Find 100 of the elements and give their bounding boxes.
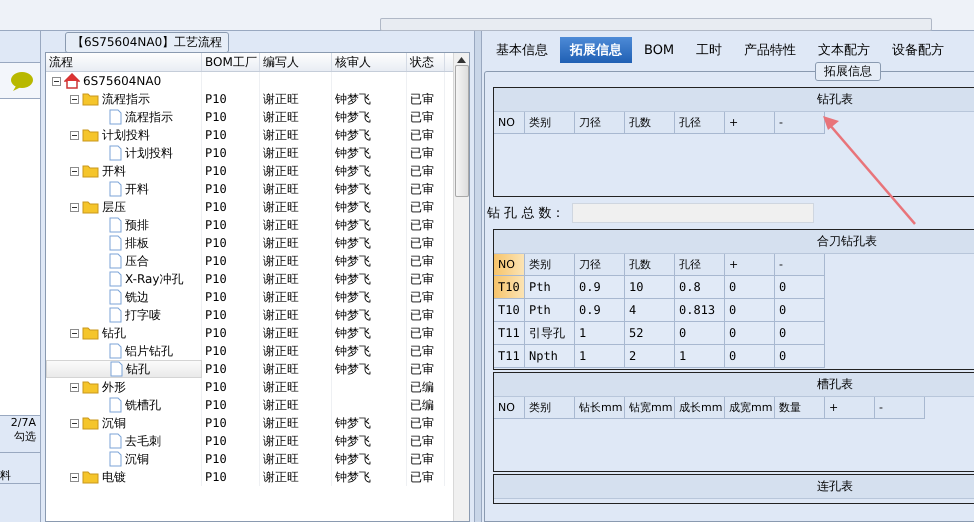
tab[interactable]: 产品特性 [734, 37, 806, 63]
scrollbar-thumb[interactable] [454, 65, 468, 197]
table-cell: 谢正旺 [260, 324, 332, 342]
column-header: 成长mm [675, 397, 725, 419]
table-cell: 钟梦飞 [332, 414, 407, 432]
tree-item[interactable]: 层压 [102, 198, 126, 216]
table-cell: 谢正旺 [260, 468, 332, 486]
table-cell: P10 [202, 468, 260, 486]
expander-icon[interactable] [70, 328, 79, 338]
tree-item[interactable]: 去毛刺 [125, 432, 161, 450]
expander-icon[interactable] [52, 76, 61, 86]
tab[interactable]: 设备配方 [882, 37, 954, 63]
expander-icon[interactable] [70, 94, 79, 104]
scroll-up-icon[interactable] [457, 57, 466, 63]
tree-item[interactable]: 铣槽孔 [125, 396, 161, 414]
tab[interactable]: 工时 [686, 37, 732, 63]
expander-icon[interactable] [70, 166, 79, 176]
tree-item[interactable]: 打字唛 [125, 306, 161, 324]
table-cell: P10 [202, 234, 260, 252]
input-field[interactable] [572, 203, 814, 223]
column-header[interactable]: 编写人 [260, 53, 332, 71]
table-cell: 钟梦飞 [332, 360, 407, 378]
expander-icon[interactable] [70, 382, 79, 392]
folder-icon [82, 326, 99, 340]
column-header[interactable]: 流程 [46, 53, 202, 71]
tree-item[interactable]: 外形 [102, 378, 126, 396]
table-title: 连孔表 [817, 479, 853, 493]
table-cell: P10 [202, 270, 260, 288]
column-header: + [725, 254, 775, 276]
table-cell: 钟梦飞 [332, 288, 407, 306]
table-cell: P10 [202, 162, 260, 180]
tree-item[interactable]: 沉铜 [125, 450, 149, 468]
table-cell: Pth [525, 276, 575, 299]
tab[interactable]: BOM [634, 37, 684, 63]
scrollbar[interactable] [453, 53, 469, 521]
expander-icon[interactable] [70, 472, 79, 482]
folder-icon [82, 200, 99, 214]
column-header[interactable]: 核审人 [332, 53, 407, 71]
scrollbar[interactable] [380, 18, 932, 31]
table-cell: P10 [202, 180, 260, 198]
table-cell: 谢正旺 [260, 144, 332, 162]
column-header: - [775, 254, 825, 276]
expander-icon[interactable] [70, 418, 79, 428]
table-cell: 0 [725, 299, 775, 322]
folder-icon [82, 128, 99, 142]
tree-item[interactable]: 流程指示 [102, 90, 150, 108]
column-header: 料 [0, 469, 12, 483]
tree-item[interactable]: 电镀 [102, 468, 126, 486]
table-cell: P10 [202, 378, 260, 396]
tree-item[interactable]: 钻孔 [102, 324, 126, 342]
tree-item[interactable]: 6S75604NA0 [83, 72, 162, 90]
folder-icon [82, 380, 99, 394]
field-label: 钻 孔 总 数： [487, 205, 564, 222]
tab[interactable]: 拓展信息 [560, 37, 632, 63]
tree-item[interactable]: 钻孔 [126, 361, 150, 377]
tree-item[interactable]: 铣边 [125, 288, 149, 306]
tree-item[interactable]: 排板 [125, 234, 149, 252]
tab[interactable]: 基本信息 [486, 37, 558, 63]
column-header: 孔数 [625, 112, 675, 134]
table-cell: 0 [675, 322, 725, 345]
table-cell: T11 [494, 322, 525, 345]
table-cell: P10 [202, 252, 260, 270]
document-icon [109, 181, 122, 197]
table-cell: 已审 [407, 360, 445, 378]
group-title: 拓展信息 [815, 62, 881, 81]
table-cell: 已审 [407, 288, 445, 306]
table-cell: 钟梦飞 [332, 468, 407, 486]
column-header: + [725, 112, 775, 134]
table-cell: 已审 [407, 414, 445, 432]
table-cell: P10 [202, 90, 260, 108]
column-header[interactable]: BOM工厂 [202, 53, 260, 71]
expander-icon[interactable] [70, 130, 79, 140]
tree-item[interactable]: 预排 [125, 216, 149, 234]
tree-item[interactable]: 沉铜 [102, 414, 126, 432]
table-title: 钻孔表 [817, 92, 853, 106]
tree-item[interactable]: 计划投料 [102, 126, 150, 144]
tab[interactable]: 文本配方 [808, 37, 880, 63]
table-cell: 谢正旺 [260, 270, 332, 288]
expander-icon[interactable] [70, 202, 79, 212]
table-cell: 引导孔 [525, 322, 575, 345]
document-icon [109, 307, 122, 323]
table-cell: 谢正旺 [260, 288, 332, 306]
document-icon [109, 289, 122, 305]
tree-item[interactable]: 流程指示 [125, 108, 173, 126]
table-cell: 钟梦飞 [332, 432, 407, 450]
table-cell: 谢正旺 [260, 414, 332, 432]
column-header[interactable]: 状态 [407, 53, 445, 71]
tree-item[interactable]: 开料 [102, 162, 126, 180]
tree-item[interactable]: 开料 [125, 180, 149, 198]
document-icon [109, 451, 122, 467]
tree-item[interactable]: 铝片钻孔 [125, 342, 173, 360]
table-cell: P10 [202, 342, 260, 360]
table-cell: P10 [202, 108, 260, 126]
tree-item[interactable]: 计划投料 [125, 144, 173, 162]
column-header: - [875, 397, 925, 419]
tree-item[interactable]: 压合 [125, 252, 149, 270]
table-cell: 0 [725, 322, 775, 345]
table-cell: 已审 [407, 144, 445, 162]
table-cell: 钟梦飞 [332, 324, 407, 342]
tree-item[interactable]: X-Ray冲孔 [125, 270, 184, 288]
